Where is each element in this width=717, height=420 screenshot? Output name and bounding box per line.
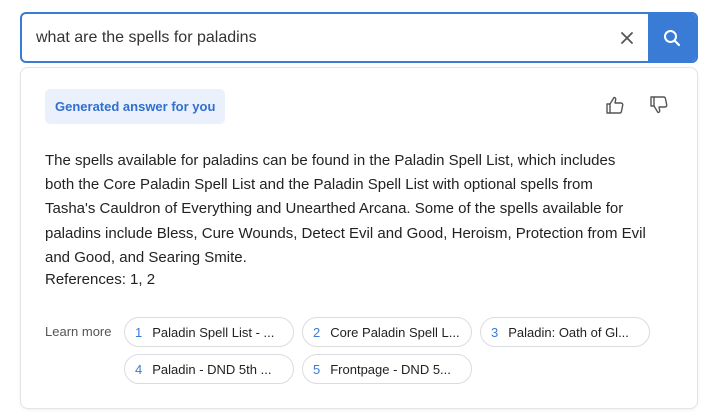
thumbs-down-icon <box>650 96 668 114</box>
source-number: 1 <box>135 324 143 340</box>
thumbs-up-icon <box>606 96 624 114</box>
source-chip-4[interactable]: 4 Paladin - DND 5th ... <box>124 354 294 384</box>
close-icon <box>621 31 633 44</box>
source-title: Paladin - DND 5th ... <box>152 361 272 377</box>
source-chip-1[interactable]: 1 Paladin Spell List - ... <box>124 317 294 347</box>
search-icon <box>664 29 681 46</box>
search-button[interactable] <box>648 14 696 61</box>
answer-line: The spells available for paladins can be… <box>45 152 616 169</box>
feedback-buttons <box>605 95 669 115</box>
references: References: 1, 2 <box>45 271 156 288</box>
clear-search-button[interactable] <box>606 14 648 61</box>
answer-line: and Good, and Searing Smite. <box>45 248 247 266</box>
source-number: 5 <box>313 361 321 377</box>
answer-line: Tasha's Cauldron of Everything and Unear… <box>45 200 624 218</box>
generated-answer-badge: Generated answer for you <box>45 89 226 124</box>
source-title: Frontpage - DND 5... <box>330 361 451 377</box>
source-chip-5[interactable]: 5 Frontpage - DND 5... <box>302 354 472 384</box>
search-input[interactable] <box>22 14 606 61</box>
like-button[interactable] <box>605 95 625 115</box>
answer-text: The spells available for paladins can be… <box>45 149 677 270</box>
generated-answer-card: Generated answer for you The spells avai… <box>20 67 698 409</box>
dislike-button[interactable] <box>649 95 669 115</box>
source-title: Paladin: Oath of Gl... <box>508 324 629 340</box>
answer-line: both the Core Paladin Spell List and the… <box>45 176 593 194</box>
source-number: 3 <box>491 324 499 340</box>
source-chip-3[interactable]: 3 Paladin: Oath of Gl... <box>480 317 650 347</box>
source-chip-2[interactable]: 2 Core Paladin Spell L... <box>302 317 472 347</box>
learn-more-label: Learn more <box>45 324 112 339</box>
answer-line: paladins include Bless, Cure Wounds, Det… <box>45 224 646 242</box>
source-title: Core Paladin Spell L... <box>330 324 460 340</box>
search-bar <box>20 12 698 63</box>
source-title: Paladin Spell List - ... <box>152 324 275 340</box>
source-number: 2 <box>313 324 321 340</box>
source-number: 4 <box>135 361 143 377</box>
